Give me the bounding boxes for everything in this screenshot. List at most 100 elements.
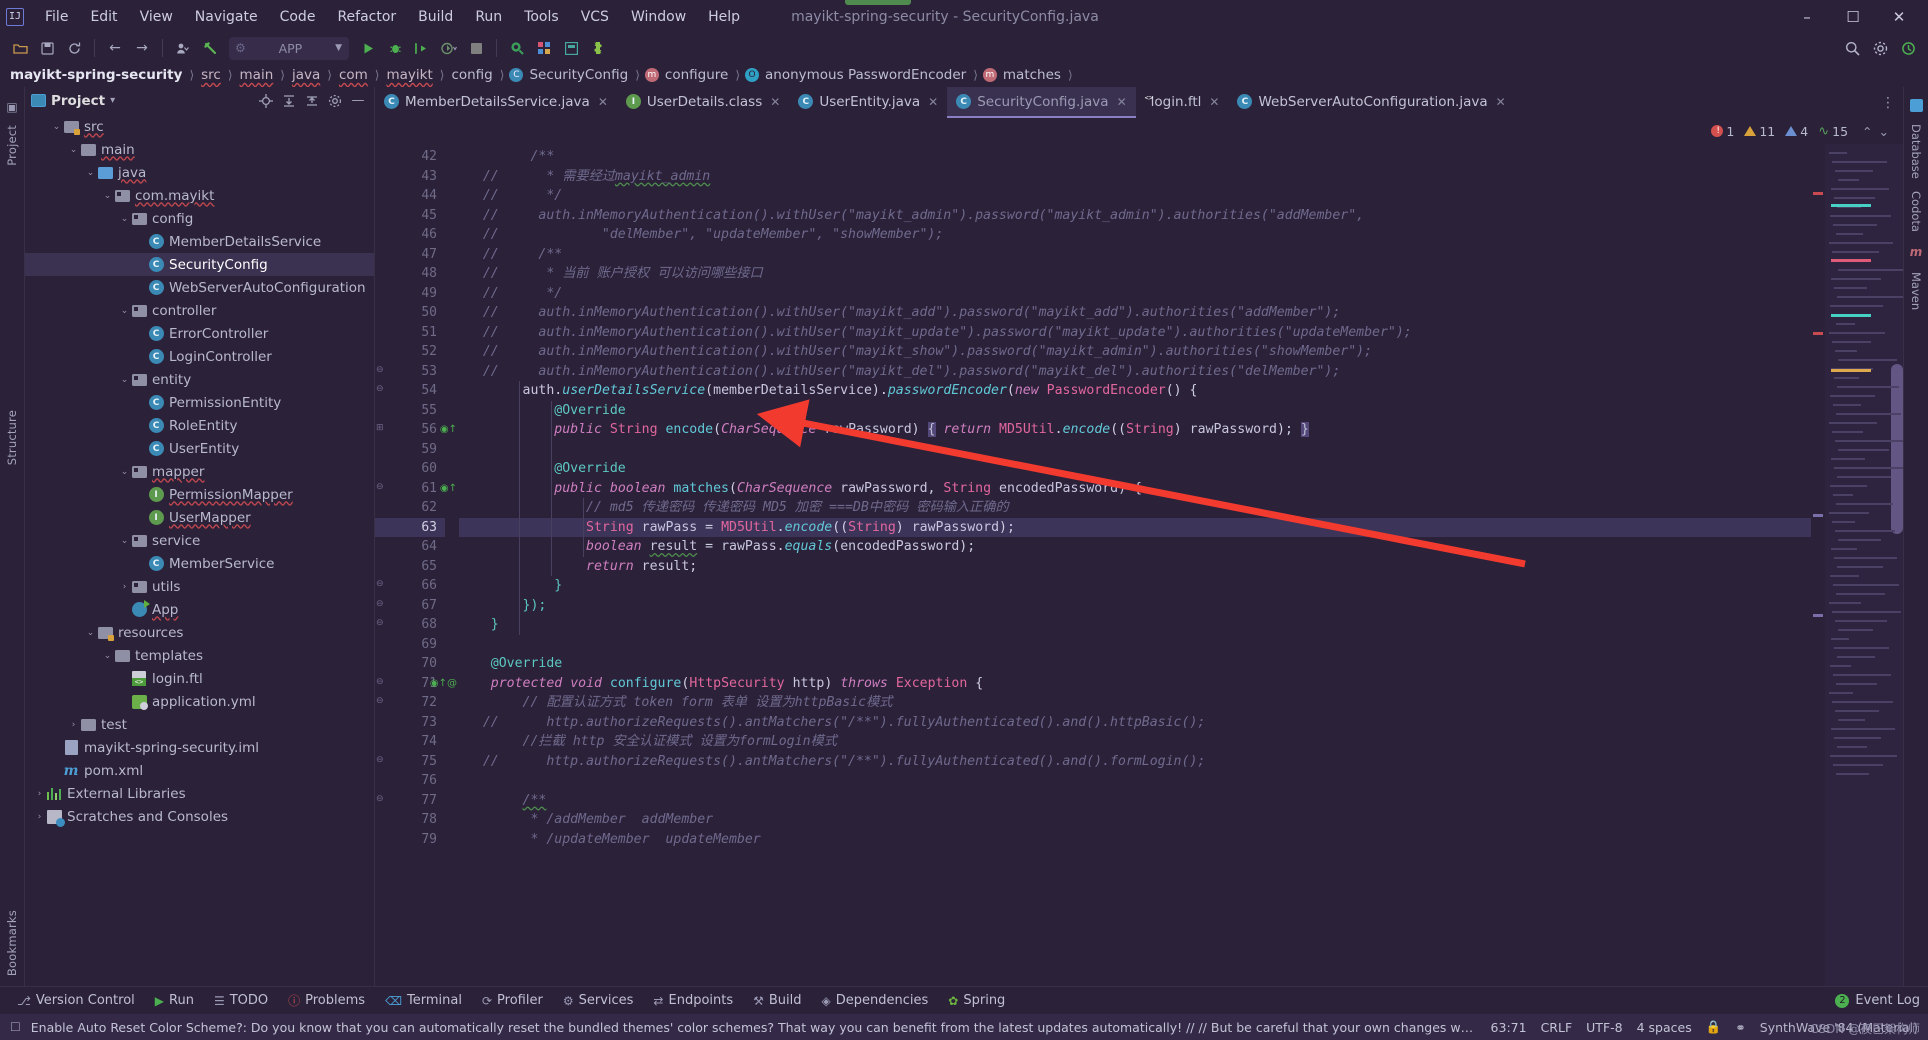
tool-window-endpoints[interactable]: ⇄ Endpoints <box>644 990 742 1011</box>
breadcrumb-item-configure[interactable]: configure <box>663 67 730 83</box>
tree-item-pom-xml[interactable]: m pom.xml <box>25 759 374 782</box>
tree-item-scratches-and-consoles[interactable]: › Scratches and Consoles <box>25 805 374 828</box>
code-line[interactable]: @Override <box>459 654 1811 674</box>
git-branch-icon[interactable]: ⚭ <box>1735 1020 1745 1035</box>
code-line[interactable]: // auth.inMemoryAuthentication().withUse… <box>459 206 1811 226</box>
marker-stripe[interactable] <box>1813 614 1823 617</box>
code-line[interactable]: boolean result = rawPass.equals(encodedP… <box>459 537 1811 557</box>
event-log-label[interactable]: Event Log <box>1855 993 1920 1008</box>
tree-item-mayikt-spring-security-iml[interactable]: mayikt-spring-security.iml <box>25 736 374 759</box>
code-fold-icon[interactable]: ⊖ <box>376 365 384 375</box>
tree-expander-icon[interactable]: › <box>33 789 46 799</box>
previous-problem-icon[interactable]: ⌃ <box>1862 124 1872 139</box>
tree-item-main[interactable]: ⌄ main <box>25 138 374 161</box>
code-line[interactable]: public boolean matches(CharSequence rawP… <box>459 479 1811 499</box>
gutter-override-icon[interactable]: ◉↑ <box>440 483 457 494</box>
code-line[interactable]: // * 当前 账户授权 可以访问哪些接口 <box>459 264 1811 284</box>
tree-expander-icon[interactable]: › <box>67 720 80 730</box>
menu-window[interactable]: Window <box>620 6 697 28</box>
tool-window-dependencies[interactable]: ◈ Dependencies <box>813 990 938 1011</box>
tool-window-spring[interactable]: ✿ Spring <box>939 990 1014 1011</box>
code-fold-icon[interactable]: ⊖ <box>376 482 384 492</box>
tool-window-profiler[interactable]: ⟳ Profiler <box>473 990 552 1011</box>
code-line[interactable]: // "delMember", "updateMember", "showMem… <box>459 225 1811 245</box>
plugins-toolbar-icon[interactable] <box>586 36 610 60</box>
close-tab-icon[interactable]: ✕ <box>1117 95 1127 109</box>
profile-icon[interactable] <box>437 36 461 60</box>
menu-build[interactable]: Build <box>407 6 464 28</box>
menu-code[interactable]: Code <box>269 6 327 28</box>
marker-stripe[interactable] <box>1813 192 1823 195</box>
open-folder-icon[interactable] <box>8 36 32 60</box>
code-line[interactable]: // 配置认证方式 token form 表单 设置为httpBasic模式 <box>459 693 1811 713</box>
tree-item-usermapper[interactable]: I UserMapper <box>25 506 374 529</box>
user-profile-icon[interactable] <box>171 36 195 60</box>
tool-window-run[interactable]: ▶ Run <box>146 990 203 1011</box>
tree-item-errorcontroller[interactable]: C ErrorController <box>25 322 374 345</box>
maximize-button[interactable]: ☐ <box>1830 1 1876 33</box>
rail-item-maven[interactable]: Maven <box>1909 272 1923 310</box>
tree-item-service[interactable]: ⌄ service <box>25 529 374 552</box>
rail-item-database[interactable]: Database <box>1909 124 1923 179</box>
tree-item-permissionmapper[interactable]: I PermissionMapper <box>25 483 374 506</box>
code-line[interactable]: @Override <box>459 401 1811 421</box>
code-line[interactable]: auth.userDetailsService(memberDetailsSer… <box>459 381 1811 401</box>
editor-marker-bar[interactable] <box>1811 144 1825 986</box>
tree-expander-icon[interactable]: ⌄ <box>118 214 131 224</box>
run-icon[interactable] <box>356 36 380 60</box>
debug-icon[interactable] <box>383 36 407 60</box>
tree-item-memberdetailsservice[interactable]: C MemberDetailsService <box>25 230 374 253</box>
marker-stripe[interactable] <box>1813 514 1823 517</box>
marker-stripe[interactable] <box>1813 332 1823 335</box>
code-line[interactable]: * /updateMember updateMember <box>459 830 1811 850</box>
tree-expander-icon[interactable]: ⌄ <box>118 467 131 477</box>
editor-tab-webserverautoconfiguration-java[interactable]: C WebServerAutoConfiguration.java ✕ <box>1228 87 1514 118</box>
editor-minimap[interactable] <box>1825 144 1903 986</box>
tree-item-securityconfig[interactable]: C SecurityConfig <box>25 253 374 276</box>
file-encoding[interactable]: UTF-8 <box>1586 1020 1622 1035</box>
back-arrow-icon[interactable]: ← <box>103 36 127 60</box>
run-configuration-selector[interactable]: ⚙ APP ▼ <box>229 36 349 60</box>
code-line[interactable]: @Override <box>459 459 1811 479</box>
tree-item-memberservice[interactable]: C MemberService <box>25 552 374 575</box>
menu-vcs[interactable]: VCS <box>570 6 620 28</box>
menu-run[interactable]: Run <box>464 6 513 28</box>
code-line[interactable]: // http.authorizeRequests().antMatchers(… <box>459 713 1811 733</box>
maven-rail-icon[interactable]: m <box>1908 244 1924 260</box>
code-fold-icon[interactable]: ⊖ <box>376 794 384 804</box>
menu-view[interactable]: View <box>129 6 184 28</box>
close-button[interactable]: ✕ <box>1876 1 1922 33</box>
editor-tabs-actions[interactable]: ⋮ <box>1881 87 1903 118</box>
tree-expander-icon[interactable]: ⌄ <box>101 651 114 661</box>
locate-icon[interactable] <box>256 91 276 111</box>
tool-window-services[interactable]: ⚙ Services <box>554 990 643 1011</box>
menu-file[interactable]: File <box>34 6 79 28</box>
tree-item-config[interactable]: ⌄ config <box>25 207 374 230</box>
tool-window-todo[interactable]: ☰ TODO <box>205 990 277 1011</box>
tool-window-problems[interactable]: ⓘ Problems <box>279 989 374 1012</box>
code-fold-icon[interactable]: ⊖ <box>376 579 384 589</box>
code-line[interactable]: // * 需要经过mayikt_admin <box>459 167 1811 187</box>
settings-icon[interactable] <box>325 91 345 111</box>
editor-tab-login-ftl[interactable]: login.ftl ✕ <box>1136 87 1229 118</box>
tree-expander-icon[interactable]: › <box>33 812 46 822</box>
code-fold-icon[interactable]: ⊖ <box>376 755 384 765</box>
close-tab-icon[interactable]: ✕ <box>598 95 608 109</box>
tool-window-build[interactable]: ⚒ Build <box>744 990 810 1011</box>
code-line[interactable]: // auth.inMemoryAuthentication().withUse… <box>459 362 1811 382</box>
code-line[interactable]: // */ <box>459 284 1811 304</box>
breadcrumb-item-com[interactable]: com <box>337 67 370 83</box>
code-fold-icon[interactable]: ⊞ <box>376 423 384 433</box>
hide-icon[interactable]: — <box>348 91 368 111</box>
tree-item-templates[interactable]: ⌄ templates <box>25 644 374 667</box>
rail-item-project[interactable]: Project <box>5 125 19 166</box>
tree-expander-icon[interactable]: ⌄ <box>67 145 80 155</box>
minimize-button[interactable]: – <box>1784 1 1830 33</box>
search-everywhere-icon[interactable] <box>1840 36 1864 60</box>
code-line[interactable]: protected void configure(HttpSecurity ht… <box>459 674 1811 694</box>
caret-position[interactable]: 63:71 <box>1491 1020 1527 1035</box>
database-toolbar-icon[interactable] <box>559 36 583 60</box>
notification-icon[interactable]: ☐ <box>10 1020 21 1034</box>
tool-window-terminal[interactable]: ⌫ Terminal <box>376 990 471 1011</box>
tree-item-external-libraries[interactable]: › External Libraries <box>25 782 374 805</box>
